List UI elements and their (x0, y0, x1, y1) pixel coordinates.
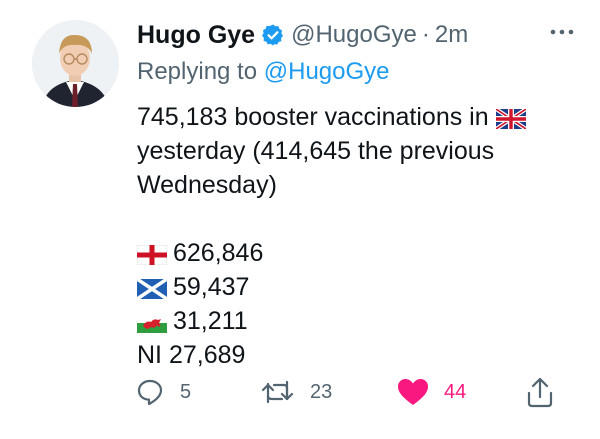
tweet-text-line: Wednesday) (137, 171, 277, 199)
reply-button[interactable]: 5 (134, 374, 191, 410)
more-dots-icon[interactable] (548, 22, 576, 42)
replying-prefix: Replying to (137, 58, 258, 85)
northern-ireland-count: NI 27,689 (137, 341, 246, 369)
uk-flag-icon (494, 104, 527, 138)
author-name[interactable]: Hugo Gye (137, 21, 255, 50)
tweet-text-line: 745,183 booster vaccinations in (137, 103, 489, 131)
retweet-count: 23 (310, 380, 333, 403)
heart-icon (396, 376, 430, 408)
retweet-button[interactable]: 23 (260, 374, 332, 410)
scotland-count: 59,437 (173, 273, 250, 301)
tweet-text: 745,183 booster vaccinations in yesterda… (136, 100, 532, 372)
timestamp[interactable]: 2m (435, 21, 468, 49)
retweet-icon (260, 376, 296, 408)
tweet-header: Hugo Gye @HugoGye · 2m (137, 18, 576, 52)
replying-to: Replying to @HugoGye (137, 58, 390, 86)
tweet-text-line: yesterday (414,645 the previous (137, 137, 495, 165)
england-flag-icon (136, 240, 168, 274)
share-icon (524, 375, 556, 409)
reply-count: 5 (180, 380, 192, 403)
scotland-flag-icon (136, 274, 168, 308)
separator-dot: · (421, 21, 430, 48)
like-count: 44 (444, 380, 467, 403)
reply-bubble-icon (134, 376, 166, 408)
replying-handle-link[interactable]: @HugoGye (264, 58, 390, 85)
author-handle[interactable]: @HugoGye (291, 21, 417, 49)
verified-badge-icon (261, 23, 285, 47)
tweet-card[interactable]: Hugo Gye @HugoGye · 2m Replying to @Hugo… (0, 0, 600, 439)
england-count: 626,846 (173, 239, 264, 267)
wales-flag-icon (137, 308, 167, 342)
like-button[interactable]: 44 (396, 374, 466, 410)
share-button[interactable] (524, 374, 556, 410)
tweet-actions: 5 23 44 (134, 374, 564, 410)
avatar[interactable] (32, 20, 119, 107)
wales-count: 31,211 (173, 307, 248, 335)
